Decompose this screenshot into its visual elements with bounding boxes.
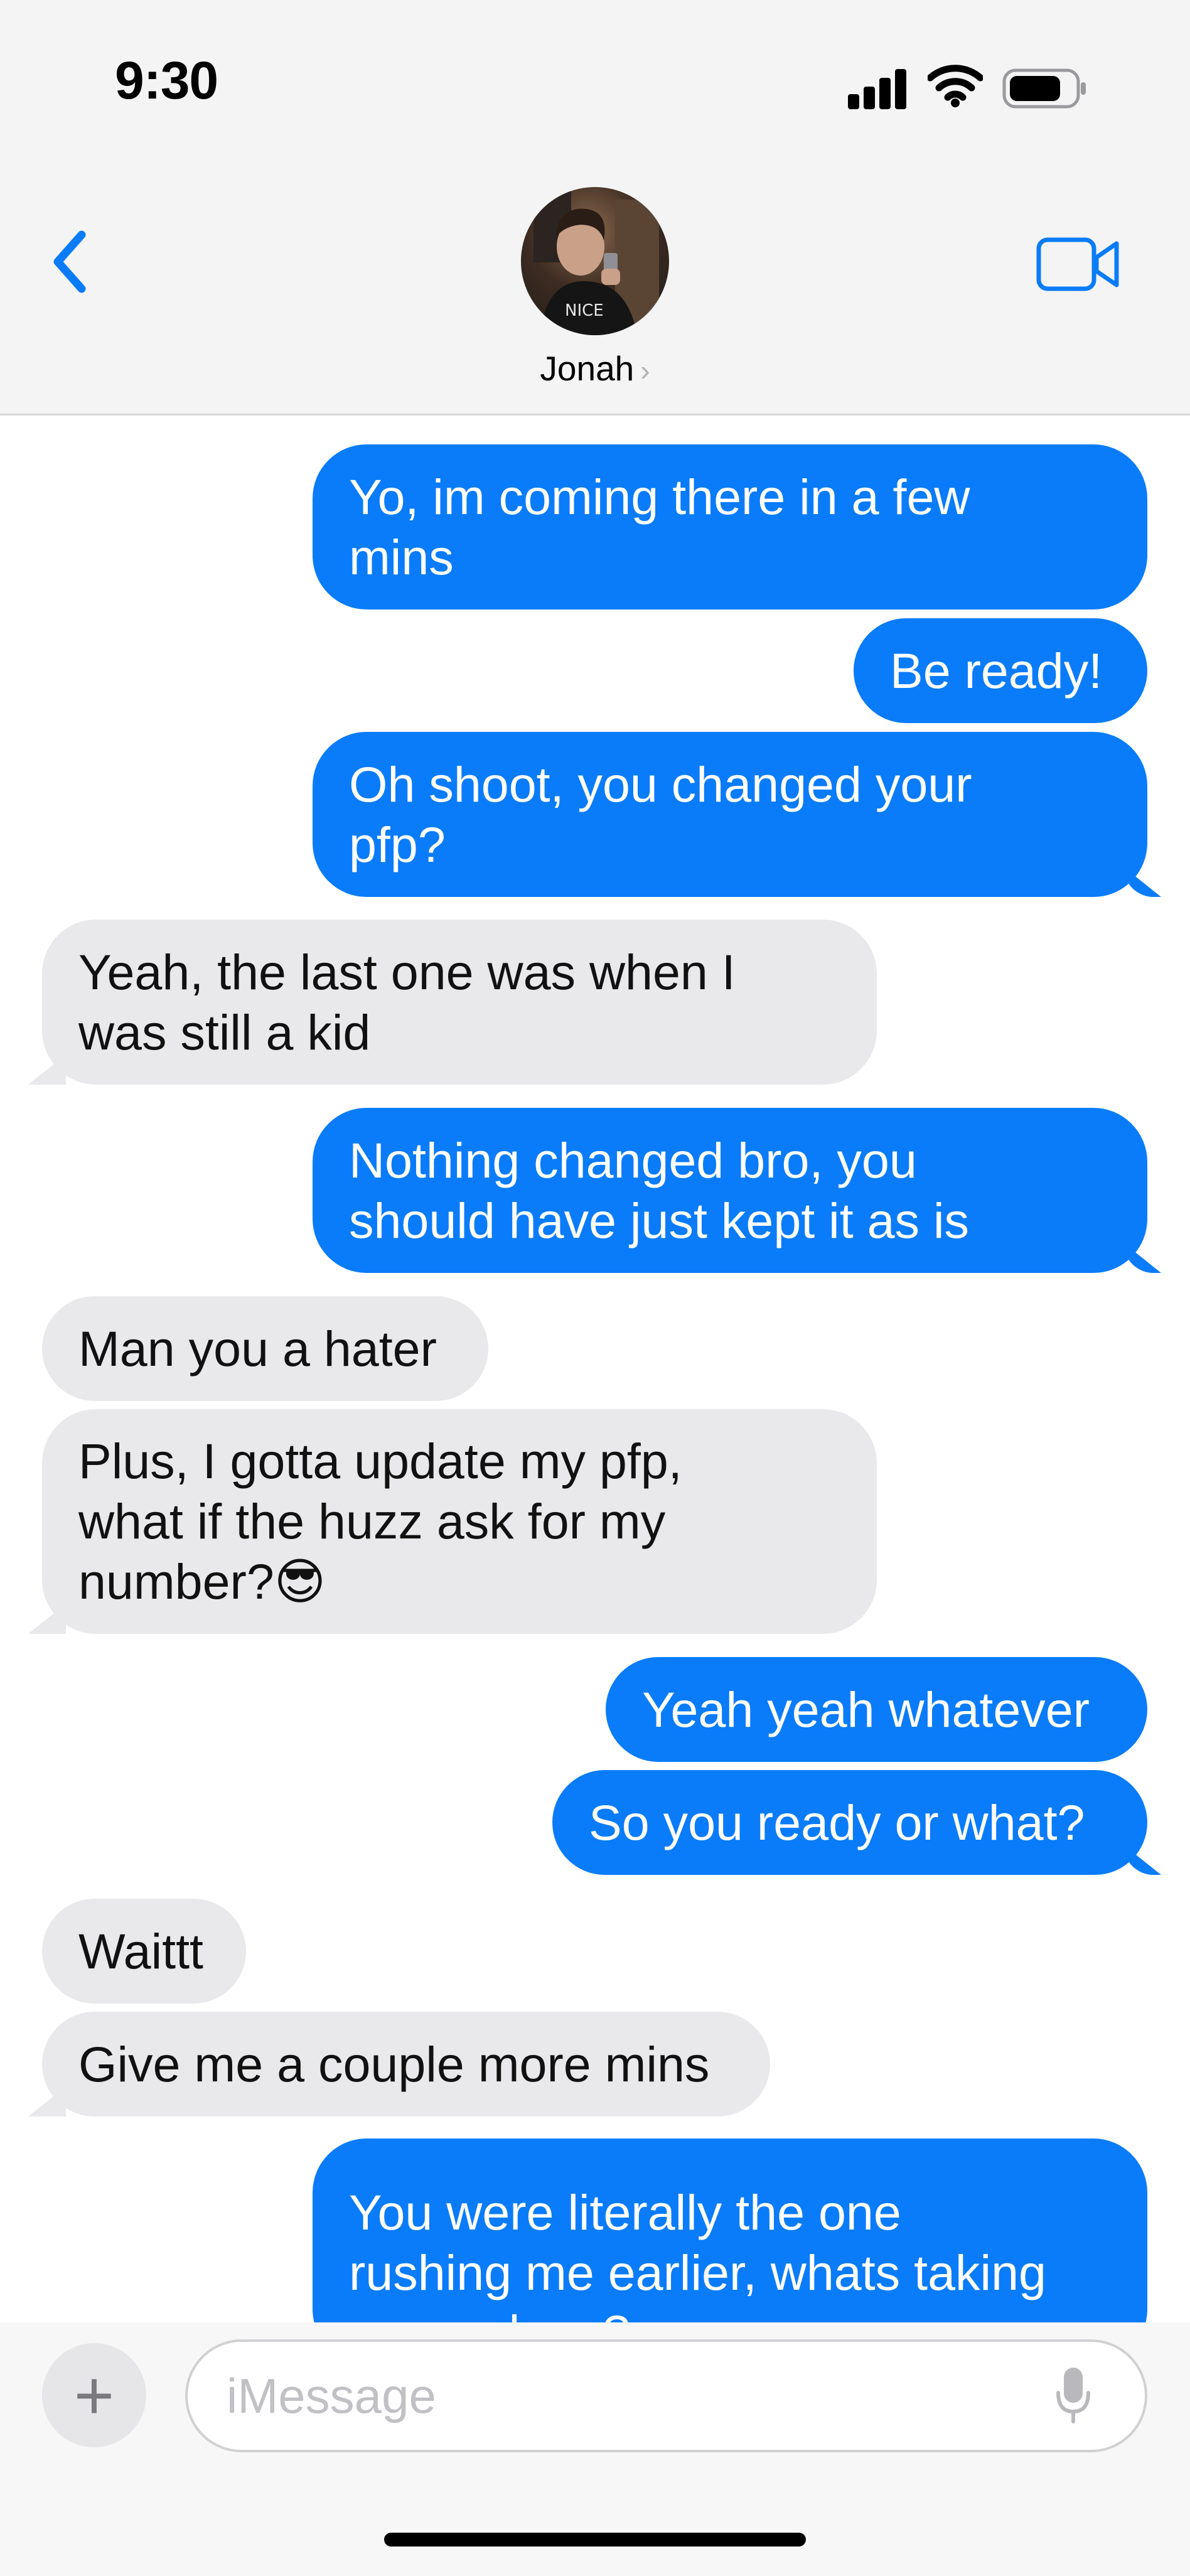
conversation-header: 9:30 NICE Jonah ›: [0, 0, 1190, 416]
message-bubble-outgoing[interactable]: Nothing changed bro, you should have jus…: [313, 1108, 1147, 1273]
message-bubble-incoming[interactable]: Plus, I gotta update my pfp, what if the…: [42, 1409, 877, 1634]
contact-avatar[interactable]: NICE: [521, 187, 669, 335]
contact-name: Jonah: [540, 349, 635, 388]
svg-text:NICE: NICE: [565, 301, 604, 320]
chevron-right-icon: ›: [640, 354, 650, 387]
battery-icon: [1002, 68, 1086, 109]
message-bubble-incoming[interactable]: Give me a couple more mins: [42, 2012, 770, 2117]
message-bubble-outgoing[interactable]: Be ready!: [854, 618, 1147, 723]
video-camera-icon[interactable]: [1036, 236, 1122, 292]
message-bubble-outgoing[interactable]: So you ready or what?: [552, 1770, 1147, 1875]
message-bubble-incoming[interactable]: Yeah, the last one was when I was still …: [42, 920, 877, 1085]
contact-name-button[interactable]: Jonah ›: [0, 348, 1190, 389]
message-bubble-incoming[interactable]: Man you a hater: [42, 1296, 488, 1401]
wifi-icon: [928, 65, 983, 107]
microphone-icon[interactable]: [1054, 2365, 1092, 2425]
message-bubble-outgoing[interactable]: You were literally the one rushing me ea…: [313, 2139, 1147, 2322]
chevron-left-icon[interactable]: [44, 227, 97, 296]
add-attachment-button[interactable]: +: [42, 2343, 146, 2447]
message-bubble-outgoing[interactable]: Yeah yeah whatever: [606, 1657, 1147, 1762]
message-input[interactable]: [185, 2339, 1147, 2452]
message-thread[interactable]: Yo, im coming there in a few mins Be rea…: [0, 417, 1190, 2322]
message-bubble-outgoing[interactable]: Oh shoot, you changed your pfp?: [313, 732, 1147, 897]
status-time: 9:30: [115, 51, 218, 110]
message-bubble-outgoing[interactable]: Yo, im coming there in a few mins: [313, 444, 1147, 609]
message-bubble-incoming[interactable]: Waittt: [42, 1899, 246, 2004]
home-indicator[interactable]: [384, 2533, 806, 2546]
cellular-signal-icon: [848, 68, 908, 109]
